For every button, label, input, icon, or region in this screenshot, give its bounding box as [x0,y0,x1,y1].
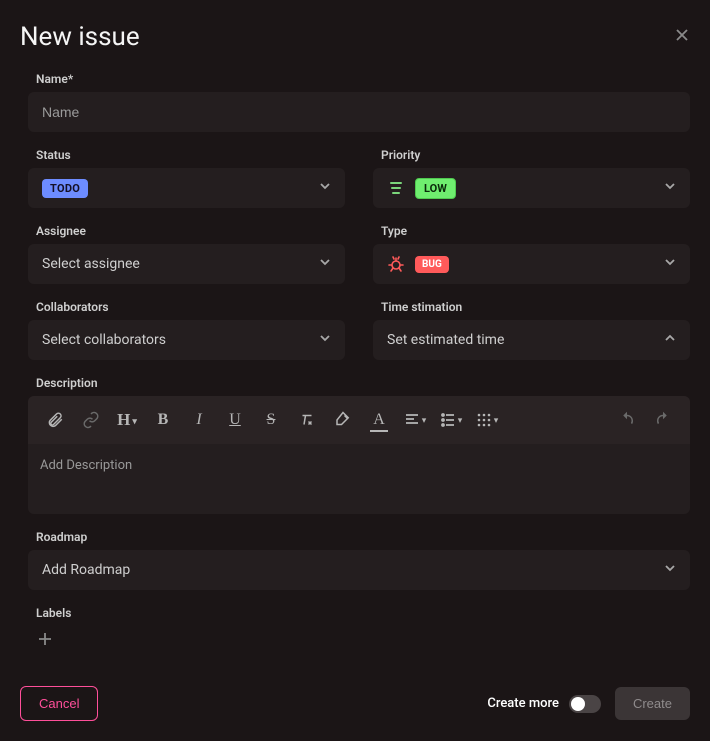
name-label: Name* [28,72,690,86]
new-issue-modal: New issue Name* Status TODO Priority [0,0,710,741]
collaborators-label: Collaborators [28,300,345,314]
undo-icon[interactable] [610,404,644,436]
collaborators-select[interactable]: Select collaborators [28,320,345,360]
chevron-down-icon [319,180,331,196]
roadmap-label: Roadmap [28,530,690,544]
link-icon[interactable] [74,404,108,436]
close-icon[interactable] [674,27,690,48]
description-textarea[interactable]: Add Description [28,444,690,514]
editor-toolbar: H▾ B I U S A ▾ ▾ [28,396,690,444]
italic-icon[interactable]: I [182,404,216,436]
grid-icon[interactable]: ▾ [470,404,504,436]
text-color-icon[interactable]: A [362,404,396,436]
list-icon[interactable]: ▾ [434,404,468,436]
chevron-down-icon [664,256,676,272]
align-icon[interactable]: ▾ [398,404,432,436]
roadmap-select[interactable]: Add Roadmap [28,550,690,590]
priority-badge: LOW [415,178,456,199]
labels-section: Labels [20,606,690,652]
description-label: Description [28,376,690,390]
time-label: Time stimation [373,300,690,314]
status-badge: TODO [42,179,88,198]
chevron-down-icon [319,256,331,272]
highlight-icon[interactable] [326,404,360,436]
attachment-icon[interactable] [38,404,72,436]
time-select[interactable]: Set estimated time [373,320,690,360]
create-more-label: Create more [487,696,559,711]
add-label-button[interactable] [32,626,58,652]
name-input[interactable] [28,92,690,132]
priority-select[interactable]: LOW [373,168,690,208]
priority-low-icon [387,179,405,197]
chevron-up-icon [664,332,676,348]
labels-label: Labels [28,606,690,620]
chevron-down-icon [664,562,676,578]
create-button[interactable]: Create [615,687,690,720]
modal-header: New issue [20,22,690,52]
status-select[interactable]: TODO [28,168,345,208]
clear-format-icon[interactable] [290,404,324,436]
cancel-button[interactable]: Cancel [20,686,98,721]
bold-icon[interactable]: B [146,404,180,436]
modal-title: New issue [20,22,140,52]
modal-footer: Cancel Create more Create [20,686,690,721]
priority-label: Priority [373,148,690,162]
description-editor: H▾ B I U S A ▾ ▾ [28,396,690,514]
redo-icon[interactable] [646,404,680,436]
heading-icon[interactable]: H▾ [110,404,144,436]
underline-icon[interactable]: U [218,404,252,436]
create-more-toggle-group: Create more [487,695,601,713]
type-label: Type [373,224,690,238]
roadmap-placeholder: Add Roadmap [42,562,130,578]
assignee-placeholder: Select assignee [42,256,140,272]
type-badge: BUG [415,256,449,273]
type-select[interactable]: BUG [373,244,690,284]
bug-icon [387,255,405,273]
create-more-toggle[interactable] [569,695,601,713]
collaborators-placeholder: Select collaborators [42,332,166,348]
strikethrough-icon[interactable]: S [254,404,288,436]
status-label: Status [28,148,345,162]
time-placeholder: Set estimated time [387,332,504,348]
chevron-down-icon [664,180,676,196]
assignee-label: Assignee [28,224,345,238]
chevron-down-icon [319,332,331,348]
assignee-select[interactable]: Select assignee [28,244,345,284]
